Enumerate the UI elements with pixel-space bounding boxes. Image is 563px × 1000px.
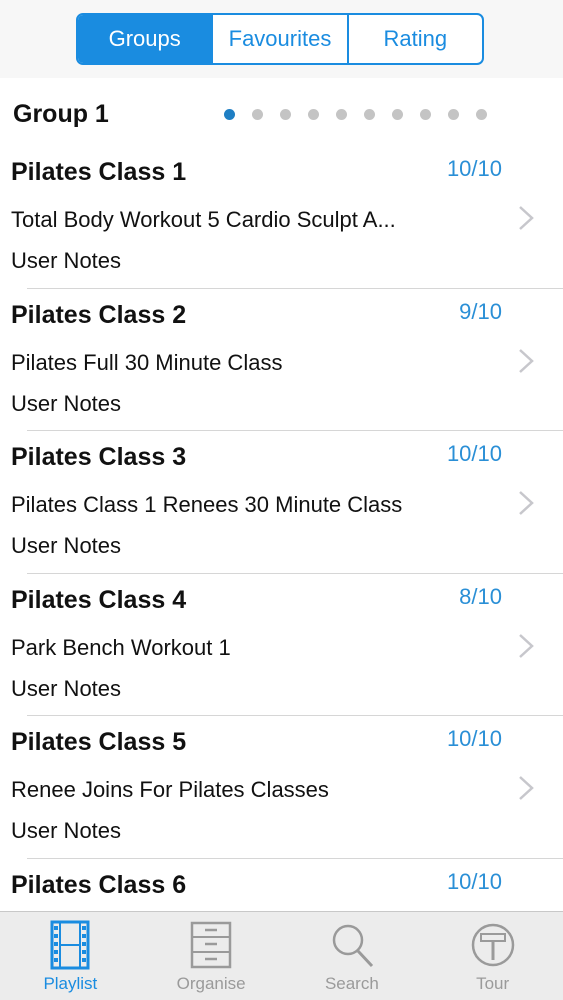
page-indicator[interactable] xyxy=(224,109,504,120)
page-dot[interactable] xyxy=(336,109,347,120)
page-dot[interactable] xyxy=(364,109,375,120)
page-dot[interactable] xyxy=(476,109,487,120)
group-header: Group 1 xyxy=(0,78,563,148)
segment-rating[interactable]: Rating xyxy=(346,15,482,63)
app-screen: Groups Favourites Rating Group 1 Pilates… xyxy=(0,0,563,1000)
class-title: Pilates Class 3 xyxy=(11,443,187,471)
chevron-right-icon xyxy=(519,491,534,515)
page-dot[interactable] xyxy=(392,109,403,120)
tab-tour[interactable]: Tour xyxy=(422,912,563,1000)
class-title: Pilates Class 1 xyxy=(11,158,187,186)
tab-search[interactable]: Search xyxy=(282,912,423,1000)
class-title: Pilates Class 2 xyxy=(11,300,187,329)
tab-label-search: Search xyxy=(324,974,379,993)
table-row[interactable]: Pilates Class 5 10/10 Renee Joins For Pila… xyxy=(0,716,563,859)
top-bar: Groups Favourites Rating xyxy=(0,0,563,78)
chevron-right-icon xyxy=(519,348,534,373)
film-strip-icon xyxy=(50,920,90,970)
page-dot[interactable] xyxy=(308,109,319,120)
class-title: Pilates Class 5 xyxy=(11,728,187,756)
user-notes: User Notes xyxy=(11,390,122,416)
page-dot[interactable] xyxy=(420,109,431,120)
tab-label-playlist: Playlist xyxy=(43,974,98,993)
segment-groups[interactable]: Groups xyxy=(78,15,212,63)
filing-cabinet-icon xyxy=(190,921,232,969)
class-subtitle: Renee Joins For Pilates Classes xyxy=(11,777,329,802)
class-rating: 9/10 xyxy=(459,298,502,324)
tab-bar: Playlist Organise Search Tour xyxy=(0,911,563,1000)
table-row[interactable]: Pilates Class 4 8/10 Park Bench Workout 1 U… xyxy=(0,573,563,716)
chevron-right-icon xyxy=(519,206,534,230)
class-subtitle: Total Body Workout 5 Cardio Sculpt A... xyxy=(11,207,396,232)
signpost-icon xyxy=(471,923,514,967)
class-rating: 10/10 xyxy=(446,868,502,894)
class-title: Pilates Class 4 xyxy=(11,585,187,614)
class-subtitle: Park Bench Workout 1 xyxy=(11,634,231,660)
page-dot[interactable] xyxy=(280,109,291,120)
tab-label-tour: Tour xyxy=(476,974,510,993)
page-dot[interactable] xyxy=(448,109,459,120)
tab-label-organise: Organise xyxy=(176,974,246,993)
group-title: Group 1 xyxy=(13,100,109,128)
table-row[interactable]: Pilates Class 1 10/10 Total Body Workout 5… xyxy=(0,146,563,289)
class-rating: 10/10 xyxy=(446,726,502,751)
class-subtitle: Pilates Full 30 Minute Class xyxy=(11,349,283,375)
class-title: Pilates Class 6 xyxy=(11,870,187,899)
user-notes: User Notes xyxy=(11,248,122,273)
chevron-right-icon xyxy=(519,776,534,800)
user-notes: User Notes xyxy=(11,533,122,558)
magnifier-icon xyxy=(332,924,373,968)
class-list: Pilates Class 1 10/10 Total Body Workout 5… xyxy=(0,146,563,1000)
segmented-control: Groups Favourites Rating xyxy=(76,13,484,65)
user-notes: User Notes xyxy=(11,818,122,843)
class-subtitle: Pilates Class 1 Renees 30 Minute Class xyxy=(11,492,403,517)
class-rating: 10/10 xyxy=(446,441,502,466)
page-dot[interactable] xyxy=(252,109,263,120)
class-rating: 10/10 xyxy=(446,156,502,181)
page-dot[interactable] xyxy=(224,109,235,120)
chevron-right-icon xyxy=(519,633,534,658)
table-row[interactable]: Pilates Class 2 9/10 Pilates Full 30 Minut… xyxy=(0,288,563,431)
tab-organise[interactable]: Organise xyxy=(141,912,282,1000)
table-row[interactable]: Pilates Class 3 10/10 Pilates Class 1 Rene… xyxy=(0,431,563,574)
class-rating: 8/10 xyxy=(459,583,502,609)
user-notes: User Notes xyxy=(11,675,122,701)
tab-playlist[interactable]: Playlist xyxy=(0,912,141,1000)
segment-favourites[interactable]: Favourites xyxy=(211,15,346,63)
